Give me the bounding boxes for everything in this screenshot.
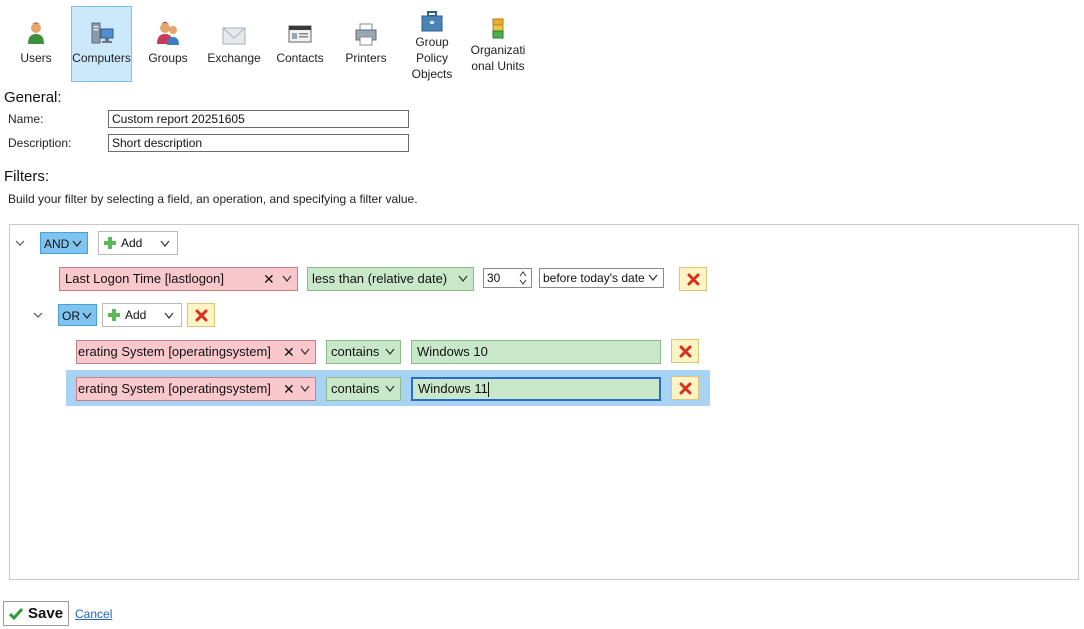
name-label: Name: — [8, 112, 44, 126]
cancel-link[interactable]: Cancel — [75, 607, 112, 621]
save-button[interactable]: Save — [3, 601, 69, 626]
delete-group-button[interactable] — [187, 303, 215, 327]
computer-icon — [91, 22, 113, 44]
condition-field-select[interactable]: erating System [operatingsystem] ✕ — [76, 340, 316, 364]
condition-field-select[interactable]: erating System [operatingsystem] ✕ — [76, 377, 316, 401]
name-input[interactable]: Custom report 20251605 — [108, 110, 409, 128]
condition-operation-select[interactable]: contains — [326, 377, 401, 401]
condition-field-select[interactable]: Last Logon Time [lastlogon] ✕ — [59, 267, 298, 291]
mail-icon — [222, 27, 246, 45]
root-add-label: Add — [121, 236, 143, 250]
clear-field-icon[interactable]: ✕ — [263, 268, 275, 290]
toolbar-gpo-label-line1: Group — [415, 35, 449, 49]
filters-help-text: Build your filter by selecting a field, … — [8, 192, 418, 206]
delete-x-icon — [195, 309, 208, 322]
delete-x-icon — [687, 273, 700, 286]
contact-card-icon — [288, 25, 312, 43]
group-add-button[interactable]: Add — [102, 303, 182, 327]
chevron-down-icon — [82, 312, 92, 319]
delete-x-icon — [679, 382, 692, 395]
condition-value-text: Windows 11 — [418, 381, 488, 396]
group-icon — [157, 22, 179, 45]
toolbar-ou-label-line2: onal Units — [471, 59, 525, 73]
or-operator-button[interactable]: OR — [58, 304, 97, 326]
condition-operation-value: contains — [331, 381, 380, 396]
chevron-down-icon — [385, 348, 395, 355]
checkmark-icon — [9, 608, 23, 620]
toolbar-ou-button[interactable]: Organizati onal Units — [468, 6, 528, 82]
condition-value-input[interactable]: Windows 11 — [411, 377, 661, 401]
relative-date-unit-value: before today's date — [543, 271, 645, 285]
condition-operation-value: contains — [331, 344, 380, 359]
ou-icon — [492, 18, 504, 39]
chevron-down-icon — [300, 348, 310, 355]
chevron-down-icon — [72, 240, 82, 247]
filters-heading: Filters: — [4, 168, 49, 185]
delete-condition-button[interactable] — [671, 339, 699, 363]
toolbar-printers-label: Printers — [345, 51, 387, 65]
chevron-down-icon — [282, 275, 292, 282]
and-operator-button[interactable]: AND — [40, 232, 88, 254]
or-operator-label: OR — [62, 309, 80, 323]
delete-condition-button[interactable] — [671, 376, 699, 400]
collapse-chevron-icon[interactable] — [15, 238, 25, 248]
relative-date-unit-select[interactable]: before today's date — [539, 268, 664, 288]
days-number-stepper[interactable]: 30 — [483, 268, 532, 288]
chevron-down-icon — [648, 274, 658, 281]
condition-operation-select[interactable]: contains — [326, 340, 401, 364]
toolbar-computers-label: Computers — [72, 51, 131, 65]
toolbar-groups-button[interactable]: Groups — [138, 6, 198, 82]
condition-value-input[interactable]: Windows 10 — [411, 340, 661, 364]
toolbar-gpo-button[interactable]: Group Policy Objects — [402, 6, 462, 82]
condition-field-value: Last Logon Time [lastlogon] — [65, 271, 224, 286]
toolbar-exchange-button[interactable]: Exchange — [204, 6, 264, 82]
chevron-down-icon — [385, 385, 395, 392]
briefcase-icon — [421, 11, 443, 32]
root-add-button[interactable]: Add — [98, 231, 178, 255]
spin-arrows-icon[interactable] — [519, 270, 527, 286]
toolbar-computers-button[interactable]: Computers — [71, 6, 132, 82]
toolbar-gpo-label-line2: Policy — [415, 51, 448, 65]
chevron-down-icon — [164, 312, 174, 319]
plus-icon — [104, 237, 116, 249]
toolbar-ou-label-line1: Organizati — [470, 43, 526, 57]
printer-icon — [355, 23, 377, 46]
plus-icon — [108, 309, 120, 321]
general-heading: General: — [4, 89, 62, 106]
toolbar-exchange-label: Exchange — [207, 51, 261, 65]
toolbar-printers-button[interactable]: Printers — [336, 6, 396, 82]
toolbar-gpo-label-line3: Objects — [411, 67, 453, 81]
delete-x-icon — [679, 345, 692, 358]
toolbar-contacts-button[interactable]: Contacts — [270, 6, 330, 82]
group-add-label: Add — [125, 308, 147, 322]
user-icon — [28, 22, 44, 44]
toolbar-users-button[interactable]: Users — [6, 6, 66, 82]
collapse-chevron-icon[interactable] — [33, 310, 43, 320]
chevron-down-icon — [458, 275, 468, 282]
chevron-down-icon — [300, 385, 310, 392]
condition-field-value: erating System [operatingsystem] — [78, 381, 271, 396]
toolbar-groups-label: Groups — [148, 51, 188, 65]
days-number-value: 30 — [487, 271, 501, 285]
condition-operation-value: less than (relative date) — [312, 271, 448, 286]
text-caret — [487, 382, 489, 398]
clear-field-icon[interactable]: ✕ — [283, 341, 295, 363]
delete-condition-button[interactable] — [679, 267, 707, 291]
toolbar-contacts-label: Contacts — [276, 51, 324, 65]
clear-field-icon[interactable]: ✕ — [283, 378, 295, 400]
save-label: Save — [28, 605, 64, 622]
and-operator-label: AND — [44, 237, 70, 251]
description-label: Description: — [8, 136, 72, 150]
description-input[interactable]: Short description — [108, 134, 409, 152]
condition-field-value: erating System [operatingsystem] — [78, 344, 271, 359]
condition-operation-select[interactable]: less than (relative date) — [307, 267, 474, 291]
toolbar-users-label: Users — [20, 51, 52, 65]
chevron-down-icon — [160, 240, 170, 247]
